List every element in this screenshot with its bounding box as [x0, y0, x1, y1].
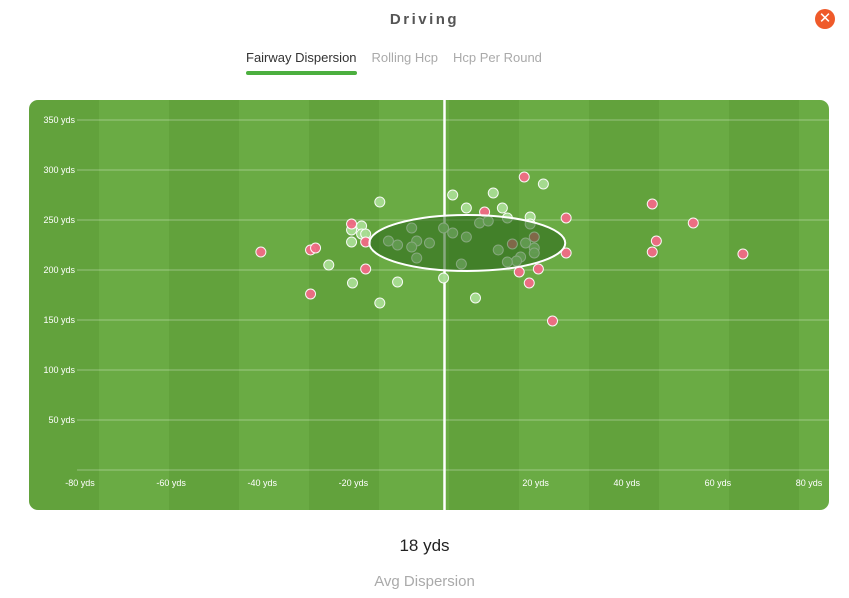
fairway-stripe — [309, 100, 379, 510]
y-tick-label: 50 yds — [48, 415, 75, 425]
x-tick-label: 80 yds — [796, 478, 823, 488]
miss-shot-point — [650, 235, 662, 247]
y-tick-label: 250 yds — [43, 215, 75, 225]
miss-shot-point — [310, 242, 322, 254]
fairway-stripe — [519, 100, 589, 510]
fairway-stripe — [239, 100, 309, 510]
tab-fairway-dispersion[interactable]: Fairway Dispersion — [246, 50, 357, 75]
miss-shot-point — [513, 266, 525, 278]
fairway-stripe — [659, 100, 729, 510]
fairway-shot-point — [392, 276, 404, 288]
y-tick-label: 300 yds — [43, 165, 75, 175]
miss-shot-point — [737, 248, 749, 260]
x-tick-label: 20 yds — [522, 478, 549, 488]
miss-shot-point — [255, 246, 267, 258]
page-title: Driving — [389, 11, 460, 28]
miss-shot-point — [560, 212, 572, 224]
fairway-stripe — [729, 100, 799, 510]
close-button[interactable]: ✕ — [815, 9, 835, 29]
tab-hcp-per-round[interactable]: Hcp Per Round — [453, 50, 542, 75]
tab-bar: Fairway Dispersion Rolling Hcp Hcp Per R… — [246, 50, 542, 75]
miss-shot-point — [518, 171, 530, 183]
fairway-stripe — [799, 100, 829, 510]
fairway-stripe — [99, 100, 169, 510]
fairway-shot-point — [346, 277, 358, 289]
x-tick-label: -60 yds — [156, 478, 186, 488]
dispersion-ellipse — [368, 214, 567, 272]
miss-shot-point — [523, 277, 535, 289]
avg-dispersion-value: 18 yds — [399, 536, 450, 555]
miss-shot-point — [532, 263, 544, 275]
close-icon: ✕ — [818, 10, 832, 27]
fairway-shot-point — [438, 272, 450, 284]
x-tick-label: -20 yds — [339, 478, 369, 488]
fairway-shot-point — [323, 259, 335, 271]
fairway-stripe — [29, 100, 99, 510]
y-tick-label: 200 yds — [43, 265, 75, 275]
fairway-shot-point — [469, 292, 481, 304]
fairway-stripe — [449, 100, 519, 510]
miss-shot-point — [546, 315, 558, 327]
fairway-shot-point — [487, 187, 499, 199]
miss-shot-point — [305, 288, 317, 300]
x-tick-label: 60 yds — [705, 478, 732, 488]
miss-shot-point — [346, 218, 358, 230]
y-tick-label: 150 yds — [43, 315, 75, 325]
fairway-shot-point — [374, 196, 386, 208]
fairway-stripe — [169, 100, 239, 510]
dispersion-chart: 50 yds 100 yds 150 yds 200 yds 250 yds 300 yd… — [29, 100, 829, 510]
miss-shot-point — [646, 198, 658, 210]
y-tick-label: 350 yds — [43, 115, 75, 125]
x-tick-label: -80 yds — [65, 478, 95, 488]
miss-shot-point — [646, 246, 658, 258]
fairway-shot-point — [346, 236, 358, 248]
fairway-stripe — [589, 100, 659, 510]
fairway-shot-point — [460, 202, 472, 214]
fairway-shot-point — [447, 189, 459, 201]
y-tick-label: 100 yds — [43, 365, 75, 375]
fairway-stripe — [379, 100, 449, 510]
avg-dispersion-label: Avg Dispersion — [374, 573, 475, 590]
fairway-shot-point — [496, 202, 508, 214]
miss-shot-point — [687, 217, 699, 229]
fairway-shot-point — [537, 178, 549, 190]
x-tick-label: 40 yds — [613, 478, 640, 488]
x-tick-label: -40 yds — [247, 478, 277, 488]
miss-shot-point — [360, 263, 372, 275]
tab-rolling-hcp[interactable]: Rolling Hcp — [372, 50, 438, 75]
fairway-shot-point — [374, 297, 386, 309]
